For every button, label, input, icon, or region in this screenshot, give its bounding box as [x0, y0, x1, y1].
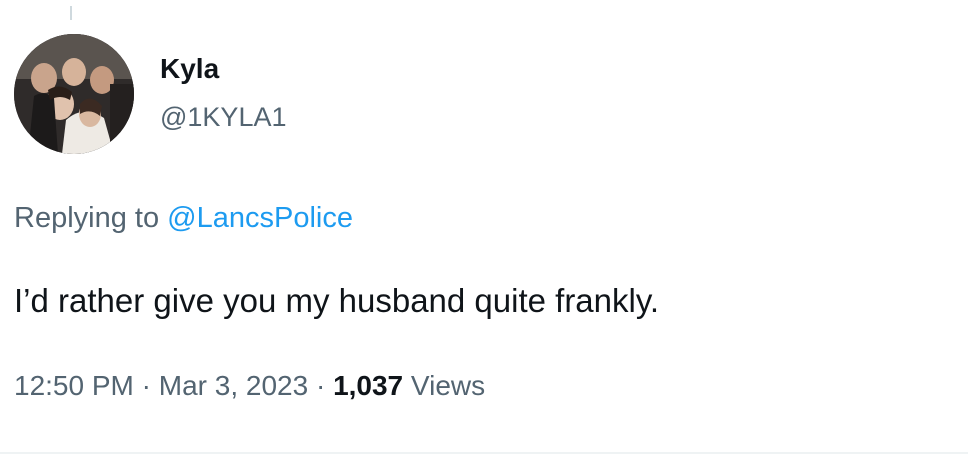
- tweet: Kyla @1KYLA1 Replying to @LancsPolice I’…: [0, 0, 968, 462]
- tweet-date-link[interactable]: Mar 3, 2023: [159, 370, 308, 401]
- meta-separator: ·: [315, 370, 326, 401]
- author-handle[interactable]: @1KYLA1: [160, 100, 286, 134]
- divider: [0, 452, 968, 454]
- thread-connector-line: [70, 6, 72, 20]
- replying-to-label: Replying to: [14, 202, 160, 234]
- avatar[interactable]: [14, 34, 134, 154]
- tweet-time-link[interactable]: 12:50 PM: [14, 370, 134, 401]
- tweet-text: I’d rather give you my husband quite fra…: [14, 282, 660, 319]
- views-count[interactable]: 1,037: [333, 370, 403, 401]
- avatar-photo: [14, 34, 134, 154]
- replying-to-mention-link[interactable]: @LancsPolice: [167, 202, 353, 234]
- views-label: Views: [410, 370, 486, 401]
- tweet-metadata: 12:50 PM · Mar 3, 2023 · 1,037 Views: [14, 368, 485, 404]
- author-display-name[interactable]: Kyla: [160, 52, 219, 86]
- replying-to-line: Replying to @LancsPolice: [14, 200, 353, 236]
- meta-separator: ·: [141, 370, 151, 401]
